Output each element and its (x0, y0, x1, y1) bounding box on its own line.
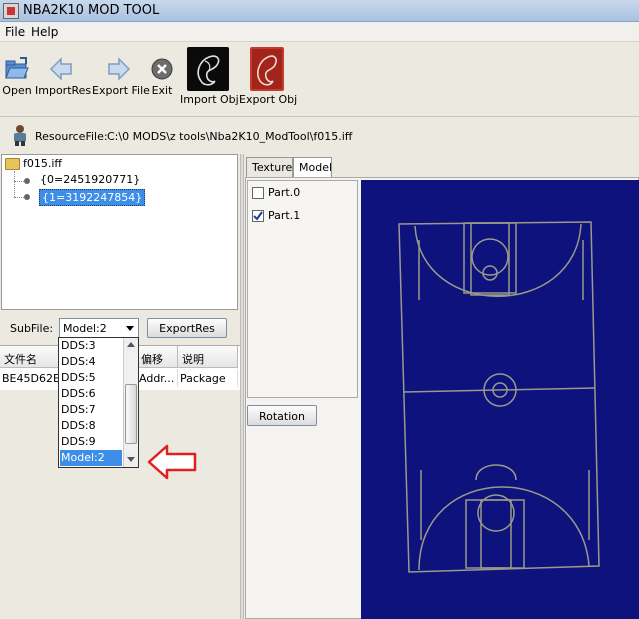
leaf-icon (24, 178, 30, 184)
dropdown-option[interactable]: DDS:8 (60, 418, 122, 434)
court-lane-bottom (480, 499, 512, 569)
subfile-select[interactable]: Model:2 (59, 318, 139, 338)
column-header[interactable]: 文件名 (0, 346, 59, 368)
export-res-button[interactable]: ExportRes (147, 318, 227, 338)
tree-connector (14, 197, 24, 198)
open-button[interactable]: Open (2, 56, 32, 97)
export-file-button[interactable]: Export File (92, 56, 150, 97)
export-obj-icon (250, 47, 284, 91)
export-obj-button[interactable]: Export Obj (239, 47, 298, 106)
court-key-bottom (465, 499, 525, 569)
resource-file-label: ResourceFile: (35, 130, 108, 143)
subfile-value: Model:2 (63, 322, 107, 335)
parts-list: Part.0 Part.1 (247, 180, 358, 398)
column-header[interactable]: 偏移 (137, 346, 178, 368)
tree-node-selected[interactable]: {1=3192247854} (39, 189, 146, 206)
toolbar: Open ImportRes Export File Exit Import O… (0, 42, 639, 116)
scroll-thumb[interactable] (125, 384, 137, 444)
checkbox[interactable] (252, 187, 264, 199)
import-res-label: ImportRes (35, 84, 92, 97)
import-res-button[interactable]: ImportRes (35, 56, 92, 97)
leaf-icon (24, 194, 30, 200)
rotation-button[interactable]: Rotation (247, 405, 317, 426)
tree-root[interactable]: f015.iff (23, 157, 62, 170)
table-cell[interactable]: Addr... (137, 369, 178, 387)
resource-tree[interactable]: f015.iff {0=2451920771} {1=3192247854} (1, 154, 238, 310)
dropdown-scrollbar[interactable] (123, 338, 138, 467)
arrow-right-icon (108, 57, 131, 81)
check-icon (253, 211, 263, 221)
chevron-down-icon (126, 326, 134, 331)
app-icon (3, 3, 19, 19)
import-obj-label: Import Obj (180, 93, 239, 106)
court-rim-top (482, 265, 498, 281)
court-lane-top (470, 222, 510, 296)
menu-bar: File Help (0, 22, 639, 42)
menu-file[interactable]: File (5, 25, 25, 39)
dropdown-option[interactable]: DDS:3 (60, 338, 122, 354)
arrow-left-icon (49, 57, 72, 81)
tab-texture[interactable]: Texture (246, 157, 293, 177)
court-three-point-arc-top (414, 223, 582, 297)
exit-label: Exit (151, 84, 173, 97)
window-title: NBA2K10 MOD TOOL (23, 3, 160, 18)
tree-node[interactable]: {0=2451920771} (40, 173, 140, 186)
part-label: Part.1 (268, 209, 301, 222)
player-icon (14, 125, 26, 146)
folder-icon (5, 158, 20, 170)
resource-row: ResourceFile: C:\0 MODS\z tools\Nba2K10_… (0, 122, 639, 150)
court-free-throw-circle-top (471, 238, 509, 276)
tree-connector (14, 181, 24, 182)
dropdown-option[interactable]: DDS:5 (60, 370, 122, 386)
split-pane-divider[interactable] (240, 154, 244, 619)
exit-button[interactable]: Exit (150, 56, 174, 97)
subfile-label: SubFile: (10, 322, 54, 335)
resource-file-path: C:\0 MODS\z tools\Nba2K10_ModTool\f015.i… (107, 130, 353, 143)
toolbar-separator (0, 116, 639, 117)
menu-help[interactable]: Help (31, 25, 58, 39)
open-folder-icon (5, 57, 29, 79)
annotation-arrow-icon (147, 444, 197, 480)
dropdown-option[interactable]: DDS:7 (60, 402, 122, 418)
court-arc-bottom (475, 464, 517, 481)
court-halfcourt-line (403, 387, 596, 393)
import-obj-button[interactable]: Import Obj (180, 47, 239, 106)
export-file-label: Export File (92, 84, 150, 97)
checkbox-checked[interactable] (252, 210, 264, 222)
dropdown-option-selected[interactable]: Model:2 (60, 450, 122, 466)
title-bar: NBA2K10 MOD TOOL (0, 0, 639, 22)
tab-model[interactable]: Model (293, 157, 332, 179)
open-label: Open (2, 84, 32, 97)
table-cell[interactable]: BE45D62E (0, 369, 59, 387)
import-obj-icon (187, 47, 229, 91)
basketball-court-model (398, 221, 600, 573)
table-cell[interactable]: Package (178, 369, 238, 387)
dropdown-option[interactable]: DDS:9 (60, 434, 122, 450)
scroll-down-icon[interactable] (124, 452, 138, 466)
tree-connector (14, 171, 15, 197)
close-icon (151, 58, 173, 80)
scroll-up-icon[interactable] (124, 338, 138, 352)
dropdown-option[interactable]: DDS:4 (60, 354, 122, 370)
column-header[interactable]: 说明 (178, 346, 238, 368)
model-viewport[interactable] (361, 180, 639, 619)
export-obj-label: Export Obj (239, 93, 298, 106)
dropdown-option[interactable]: DDS:6 (60, 386, 122, 402)
subfile-dropdown-list: DDS:3 DDS:4 DDS:5 DDS:6 DDS:7 DDS:8 DDS:… (58, 337, 139, 468)
part-label: Part.0 (268, 186, 301, 199)
